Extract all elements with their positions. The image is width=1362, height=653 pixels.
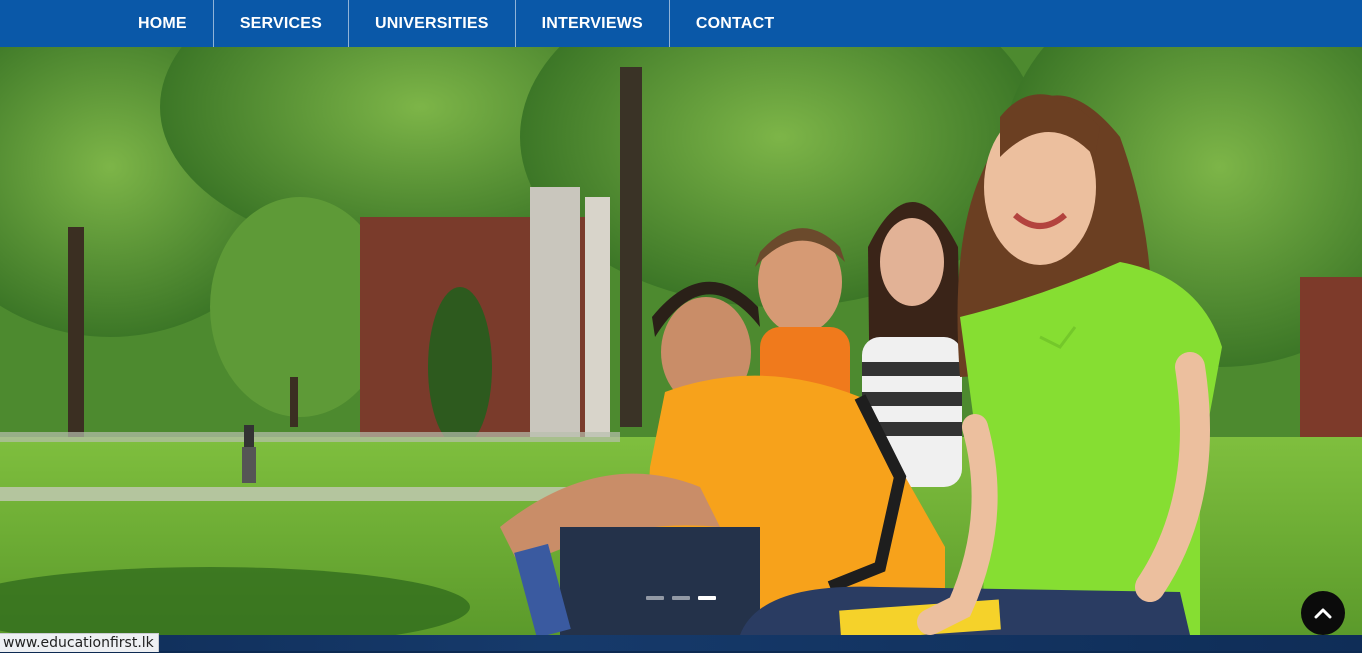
- slider-dot-3[interactable]: [698, 596, 716, 600]
- slider-pagination: [646, 596, 716, 600]
- top-navigation: HOME SERVICES UNIVERSITIES INTERVIEWS CO…: [0, 0, 1362, 47]
- hero-image: [0, 47, 1362, 635]
- slider-dot-1[interactable]: [646, 596, 664, 600]
- nav-item-services[interactable]: SERVICES: [212, 0, 348, 47]
- nav-menu: HOME SERVICES UNIVERSITIES INTERVIEWS CO…: [112, 0, 1362, 47]
- nav-item-contact[interactable]: CONTACT: [668, 0, 800, 47]
- nav-item-home[interactable]: HOME: [112, 0, 213, 47]
- status-bar-url: www.educationfirst.lk: [0, 633, 159, 652]
- hero-slider: [0, 47, 1362, 635]
- footer-strip: [0, 635, 1362, 651]
- nav-item-interviews[interactable]: INTERVIEWS: [514, 0, 669, 47]
- chevron-up-icon: [1314, 608, 1332, 619]
- slider-dot-2[interactable]: [672, 596, 690, 600]
- nav-item-universities[interactable]: UNIVERSITIES: [348, 0, 515, 47]
- back-to-top-button[interactable]: [1301, 591, 1345, 635]
